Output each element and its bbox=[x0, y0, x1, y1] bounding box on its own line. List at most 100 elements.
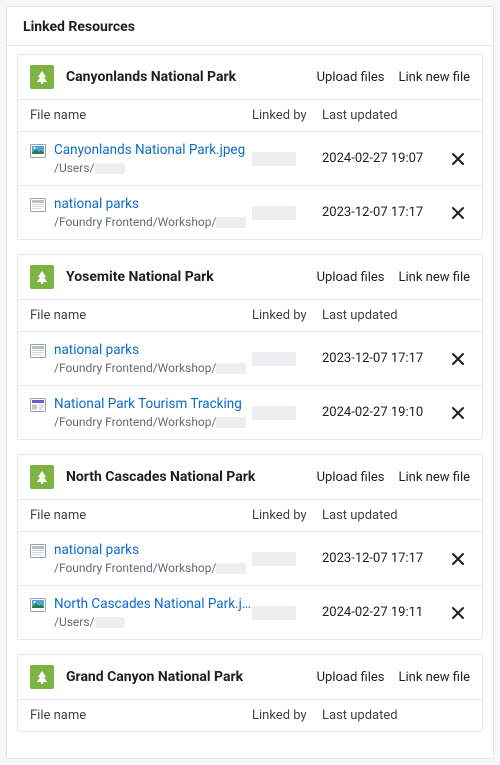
resource-main: North Cascades National Park.jpeg/Users/ bbox=[54, 596, 252, 629]
section-actions: Upload files Link new file bbox=[317, 70, 470, 85]
remove-link-button[interactable] bbox=[446, 205, 470, 221]
col-linkedby-header: Linked by bbox=[252, 108, 322, 123]
park-tree-icon bbox=[30, 65, 54, 89]
resource-link[interactable]: North Cascades National Park.jpeg bbox=[54, 596, 252, 612]
file-type-icon bbox=[30, 198, 46, 212]
last-updated-cell: 2024-02-27 19:07 bbox=[322, 151, 446, 166]
linked-resources-panel: Linked Resources Canyonlands National Pa… bbox=[6, 6, 494, 759]
resource-path: /Users/ bbox=[54, 615, 252, 629]
column-header-row: File nameLinked byLast updated bbox=[18, 99, 482, 131]
last-updated-cell: 2023-12-07 17:17 bbox=[322, 351, 446, 366]
file-type-icon bbox=[30, 398, 46, 412]
section-title: North Cascades National Park bbox=[66, 469, 317, 485]
resource-section: Grand Canyon National ParkUpload filesLi… bbox=[17, 654, 483, 732]
section-actions: Upload files Link new file bbox=[317, 470, 470, 485]
section-title: Yosemite National Park bbox=[66, 269, 317, 285]
file-type-icon bbox=[30, 344, 46, 358]
resource-link[interactable]: national parks bbox=[54, 542, 252, 558]
upload-files-button[interactable]: Upload files bbox=[317, 270, 385, 285]
col-lastupdated-header: Last updated bbox=[322, 708, 446, 723]
upload-files-button[interactable]: Upload files bbox=[317, 70, 385, 85]
linked-by-cell bbox=[252, 152, 322, 166]
linked-by-cell bbox=[252, 352, 322, 366]
resource-path: /Users/ bbox=[54, 161, 252, 175]
col-linkedby-header: Linked by bbox=[252, 508, 322, 523]
resource-main: National Park Tourism Tracking/Foundry F… bbox=[54, 396, 252, 429]
link-new-file-button[interactable]: Link new file bbox=[399, 670, 470, 685]
resource-path: /Foundry Frontend/Workshop/ bbox=[54, 415, 252, 429]
last-updated-cell: 2023-12-07 17:17 bbox=[322, 551, 446, 566]
resource-row: National Park Tourism Tracking/Foundry F… bbox=[18, 385, 482, 439]
redacted-path-segment bbox=[95, 163, 125, 174]
redacted-path-segment bbox=[216, 417, 246, 428]
resource-path: /Foundry Frontend/Workshop/ bbox=[54, 361, 252, 375]
col-filename-header: File name bbox=[30, 708, 252, 723]
remove-link-button[interactable] bbox=[446, 605, 470, 621]
redacted-user bbox=[252, 406, 296, 420]
linked-by-cell bbox=[252, 406, 322, 420]
remove-link-button[interactable] bbox=[446, 151, 470, 167]
resource-link[interactable]: National Park Tourism Tracking bbox=[54, 396, 252, 412]
resource-row: national parks/Foundry Frontend/Workshop… bbox=[18, 531, 482, 585]
resource-section: Yosemite National ParkUpload files Link n… bbox=[17, 254, 483, 440]
section-actions: Upload files Link new file bbox=[317, 270, 470, 285]
col-lastupdated-header: Last updated bbox=[322, 108, 446, 123]
remove-link-button[interactable] bbox=[446, 551, 470, 567]
file-type-icon bbox=[30, 544, 46, 558]
col-filename-header: File name bbox=[30, 308, 252, 323]
redacted-path-segment bbox=[216, 363, 246, 374]
upload-files-button[interactable]: Upload files bbox=[317, 470, 385, 485]
section-title: Canyonlands National Park bbox=[66, 69, 317, 85]
column-header-row: File nameLinked byLast updated bbox=[18, 699, 482, 731]
col-linkedby-header: Linked by bbox=[252, 708, 322, 723]
redacted-user bbox=[252, 552, 296, 566]
col-lastupdated-header: Last updated bbox=[322, 508, 446, 523]
link-new-file-button[interactable]: Link new file bbox=[399, 70, 470, 85]
file-type-icon bbox=[30, 598, 46, 612]
col-linkedby-header: Linked by bbox=[252, 308, 322, 323]
col-lastupdated-header: Last updated bbox=[322, 308, 446, 323]
link-new-file-button[interactable]: Link new file bbox=[399, 270, 470, 285]
link-new-file-button[interactable]: Link new file bbox=[399, 470, 470, 485]
park-tree-icon bbox=[30, 465, 54, 489]
resource-section: Canyonlands National ParkUpload files Lin… bbox=[17, 54, 483, 240]
resource-link[interactable]: national parks bbox=[54, 342, 252, 358]
section-actions: Upload files Link new file bbox=[317, 670, 470, 685]
linked-by-cell bbox=[252, 206, 322, 220]
resource-main: Canyonlands National Park.jpeg/Users/ bbox=[54, 142, 252, 175]
resource-link[interactable]: national parks bbox=[54, 196, 252, 212]
last-updated-cell: 2023-12-07 17:17 bbox=[322, 205, 446, 220]
section-header: Grand Canyon National ParkUpload filesLi… bbox=[18, 655, 482, 699]
column-header-row: File nameLinked byLast updated bbox=[18, 299, 482, 331]
panel-title: Linked Resources bbox=[7, 7, 493, 46]
column-header-row: File nameLinked byLast updated bbox=[18, 499, 482, 531]
redacted-path-segment bbox=[95, 617, 125, 628]
resource-row: Canyonlands National Park.jpeg/Users/202… bbox=[18, 131, 482, 185]
resource-link[interactable]: Canyonlands National Park.jpeg bbox=[54, 142, 252, 158]
resource-row: national parks/Foundry Frontend/Workshop… bbox=[18, 331, 482, 385]
section-header: Yosemite National ParkUpload files Link n… bbox=[18, 255, 482, 299]
col-filename-header: File name bbox=[30, 108, 252, 123]
col-filename-header: File name bbox=[30, 508, 252, 523]
redacted-path-segment bbox=[216, 217, 246, 228]
resource-path: /Foundry Frontend/Workshop/ bbox=[54, 561, 252, 575]
resource-row: North Cascades National Park.jpeg/Users/… bbox=[18, 585, 482, 639]
resource-section: North Cascades National ParkUpload files… bbox=[17, 454, 483, 640]
resource-main: national parks/Foundry Frontend/Workshop… bbox=[54, 542, 252, 575]
resource-main: national parks/Foundry Frontend/Workshop… bbox=[54, 342, 252, 375]
resource-main: national parks/Foundry Frontend/Workshop… bbox=[54, 196, 252, 229]
upload-files-button[interactable]: Upload files bbox=[317, 670, 385, 685]
redacted-user bbox=[252, 352, 296, 366]
linked-by-cell bbox=[252, 606, 322, 620]
file-type-icon bbox=[30, 144, 46, 158]
park-tree-icon bbox=[30, 265, 54, 289]
remove-link-button[interactable] bbox=[446, 351, 470, 367]
redacted-user bbox=[252, 152, 296, 166]
linked-by-cell bbox=[252, 552, 322, 566]
section-header: North Cascades National ParkUpload files… bbox=[18, 455, 482, 499]
section-header: Canyonlands National ParkUpload files Lin… bbox=[18, 55, 482, 99]
redacted-user bbox=[252, 606, 296, 620]
remove-link-button[interactable] bbox=[446, 405, 470, 421]
redacted-path-segment bbox=[216, 563, 246, 574]
resource-row: national parks/Foundry Frontend/Workshop… bbox=[18, 185, 482, 239]
